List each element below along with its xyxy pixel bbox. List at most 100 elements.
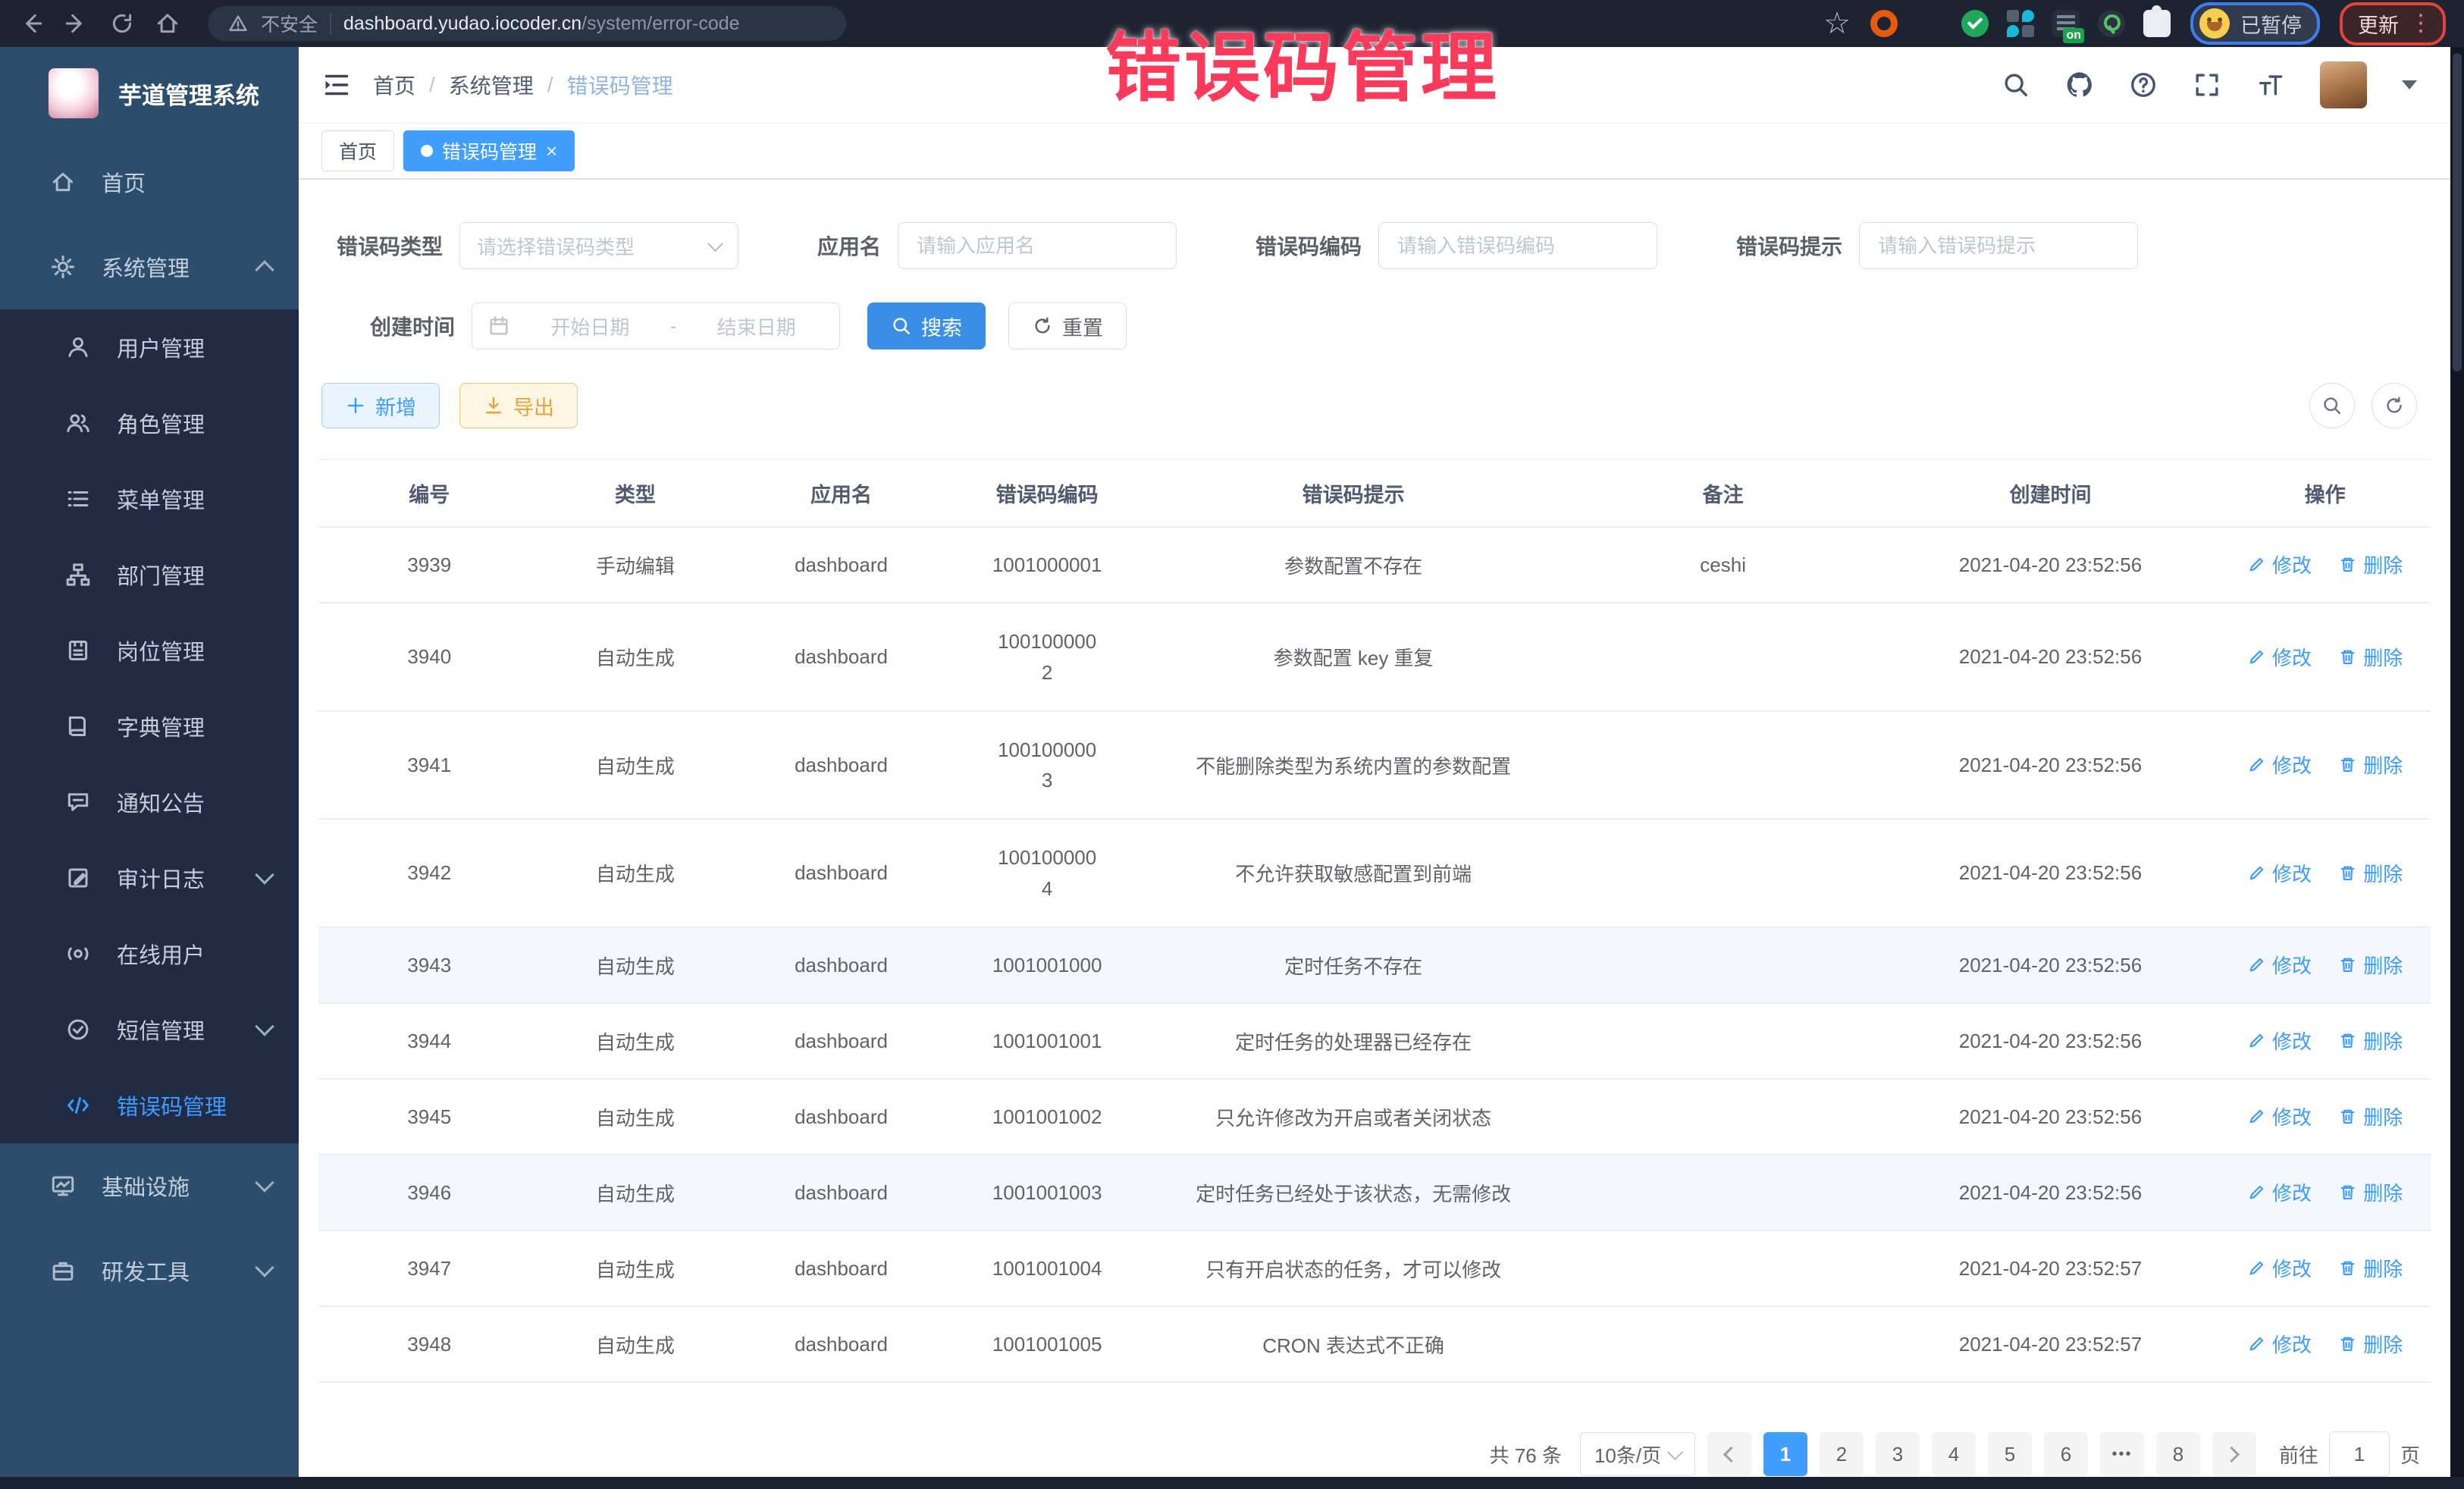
extension-key-icon[interactable] — [2098, 10, 2125, 37]
vertical-scrollbar[interactable] — [2450, 47, 2464, 1477]
edit-link[interactable]: 修改 — [2247, 1330, 2312, 1358]
tag-home[interactable]: 首页 — [321, 130, 394, 171]
goto-page-input[interactable] — [2329, 1431, 2390, 1477]
edit-link[interactable]: 修改 — [2247, 951, 2312, 979]
app-name-input[interactable] — [898, 222, 1177, 269]
home-nav-icon[interactable] — [155, 11, 180, 36]
url-text[interactable]: dashboard.yudao.iocoder.cn/system/error-… — [343, 13, 740, 35]
browser-update-button[interactable]: 更新 ⋮ — [2340, 2, 2446, 45]
page-button-2[interactable]: 2 — [1820, 1432, 1864, 1476]
profile-paused-pill[interactable]: 已暂停 — [2190, 2, 2320, 45]
sidebar-item-system[interactable]: 系统管理 — [0, 224, 299, 309]
page-button-5[interactable]: 5 — [1988, 1432, 2032, 1476]
page-ellipsis[interactable]: ••• — [2100, 1432, 2144, 1476]
extension-check-icon[interactable] — [1961, 10, 1989, 37]
error-code-input[interactable] — [1378, 222, 1657, 269]
help-icon[interactable] — [2129, 71, 2158, 99]
breadcrumb-home[interactable]: 首页 — [373, 70, 415, 100]
delete-link[interactable]: 删除 — [2338, 1254, 2403, 1282]
sidebar-item-infrastructure[interactable]: 基础设施 — [0, 1143, 299, 1228]
table-row[interactable]: 3944 自动生成 dashboard 1001001001 定时任务的处理器已… — [318, 1003, 2431, 1079]
sidebar-item-audit-log[interactable]: 审计日志 — [0, 840, 299, 916]
sidebar-item-dev-tools[interactable]: 研发工具 — [0, 1228, 299, 1313]
delete-link[interactable]: 删除 — [2338, 951, 2403, 979]
sidebar-item-dict[interactable]: 字典管理 — [0, 688, 299, 764]
user-avatar[interactable] — [2320, 61, 2367, 108]
github-icon[interactable] — [2065, 71, 2094, 99]
delete-link[interactable]: 删除 — [2338, 859, 2403, 887]
sidebar-item-departments[interactable]: 部门管理 — [0, 537, 299, 613]
page-button-6[interactable]: 6 — [2044, 1432, 2088, 1476]
toggle-search-button[interactable] — [2309, 383, 2355, 428]
table-row[interactable]: 3947 自动生成 dashboard 1001001004 只有开启状态的任务… — [318, 1230, 2431, 1306]
error-type-select[interactable]: 请选择错误码类型 — [459, 222, 738, 269]
page-button-4[interactable]: 4 — [1932, 1432, 1976, 1476]
chrome-menu-icon[interactable]: ⋮ — [2409, 12, 2432, 35]
scrollbar-thumb[interactable] — [2453, 53, 2462, 371]
sidebar-item-menus[interactable]: 菜单管理 — [0, 461, 299, 537]
delete-link[interactable]: 删除 — [2338, 1330, 2403, 1358]
reset-button[interactable]: 重置 — [1008, 303, 1127, 350]
sidebar-item-home[interactable]: 首页 — [0, 139, 299, 224]
refresh-table-button[interactable] — [2372, 383, 2417, 428]
export-button[interactable]: 导出 — [459, 383, 578, 428]
close-icon[interactable]: × — [546, 141, 557, 161]
font-size-icon[interactable] — [2256, 71, 2285, 99]
table-row[interactable]: 3942 自动生成 dashboard 1001000004 不允许获取敏感配置… — [318, 819, 2431, 927]
table-row[interactable]: 3948 自动生成 dashboard 1001001005 CRON 表达式不… — [318, 1306, 2431, 1382]
edit-link[interactable]: 修改 — [2247, 1102, 2312, 1130]
security-label[interactable]: 不安全 — [261, 10, 318, 37]
table-row[interactable]: 3941 自动生成 dashboard 1001000003 不能删除类型为系统… — [318, 711, 2431, 820]
page-size-select[interactable]: 10条/页 — [1580, 1432, 1695, 1476]
prev-page-button[interactable] — [1707, 1432, 1751, 1476]
extension-switch-icon[interactable]: on — [2052, 10, 2080, 37]
forward-icon[interactable] — [64, 11, 89, 36]
date-range-picker[interactable]: 开始日期 - 结束日期 — [472, 303, 840, 350]
table-row[interactable]: 3946 自动生成 dashboard 1001001003 定时任务已经处于该… — [318, 1155, 2431, 1230]
sidebar-item-users[interactable]: 用户管理 — [0, 309, 299, 385]
page-button-3[interactable]: 3 — [1876, 1432, 1920, 1476]
delete-link[interactable]: 删除 — [2338, 751, 2403, 779]
search-icon[interactable] — [2002, 71, 2030, 99]
error-msg-input[interactable] — [1859, 222, 2138, 269]
sidebar-item-posts[interactable]: 岗位管理 — [0, 613, 299, 688]
edit-link[interactable]: 修改 — [2247, 1178, 2312, 1206]
search-button[interactable]: 搜索 — [867, 303, 986, 350]
delete-link[interactable]: 删除 — [2338, 550, 2403, 578]
sidebar-fold-icon[interactable] — [321, 70, 352, 100]
avatar-caret-icon[interactable] — [2402, 80, 2417, 97]
tag-error-code[interactable]: 错误码管理 × — [403, 130, 575, 171]
page-button-1[interactable]: 1 — [1763, 1432, 1807, 1476]
app-logo-row[interactable]: 芋道管理系统 — [0, 47, 299, 139]
breadcrumb-system[interactable]: 系统管理 — [449, 70, 534, 100]
delete-link[interactable]: 删除 — [2338, 1178, 2403, 1206]
delete-link[interactable]: 删除 — [2338, 1027, 2403, 1055]
edit-link[interactable]: 修改 — [2247, 1027, 2312, 1055]
table-row[interactable]: 3943 自动生成 dashboard 1001001000 定时任务不存在 2… — [318, 927, 2431, 1003]
page-button-8[interactable]: 8 — [2156, 1432, 2200, 1476]
fullscreen-icon[interactable] — [2193, 71, 2221, 99]
reload-icon[interactable] — [109, 11, 135, 36]
extension-orange-icon[interactable] — [1870, 10, 1898, 37]
sidebar-item-sms[interactable]: 短信管理 — [0, 992, 299, 1067]
edit-link[interactable]: 修改 — [2247, 751, 2312, 779]
extensions-puzzle-icon[interactable] — [2143, 10, 2171, 37]
edit-link[interactable]: 修改 — [2247, 550, 2312, 578]
table-row[interactable]: 3940 自动生成 dashboard 1001000002 参数配置 key … — [318, 603, 2431, 711]
edit-link[interactable]: 修改 — [2247, 859, 2312, 887]
sidebar-item-roles[interactable]: 角色管理 — [0, 385, 299, 461]
delete-link[interactable]: 删除 — [2338, 643, 2403, 671]
edit-link[interactable]: 修改 — [2247, 643, 2312, 671]
address-bar[interactable]: 不安全 dashboard.yudao.iocoder.cn/system/er… — [208, 6, 846, 41]
bookmark-star-icon[interactable]: ☆ — [1823, 8, 1851, 39]
sidebar-item-notice[interactable]: 通知公告 — [0, 764, 299, 840]
back-icon[interactable] — [18, 11, 44, 36]
delete-link[interactable]: 删除 — [2338, 1102, 2403, 1130]
extension-gem-icon[interactable] — [1916, 10, 1943, 37]
sidebar-item-online-users[interactable]: 在线用户 — [0, 916, 299, 992]
next-page-button[interactable] — [2212, 1432, 2256, 1476]
table-row[interactable]: 3939 手动编辑 dashboard 1001000001 参数配置不存在 c… — [318, 527, 2431, 603]
add-button[interactable]: 新增 — [321, 383, 440, 428]
edit-link[interactable]: 修改 — [2247, 1254, 2312, 1282]
table-row[interactable]: 3945 自动生成 dashboard 1001001002 只允许修改为开启或… — [318, 1079, 2431, 1155]
